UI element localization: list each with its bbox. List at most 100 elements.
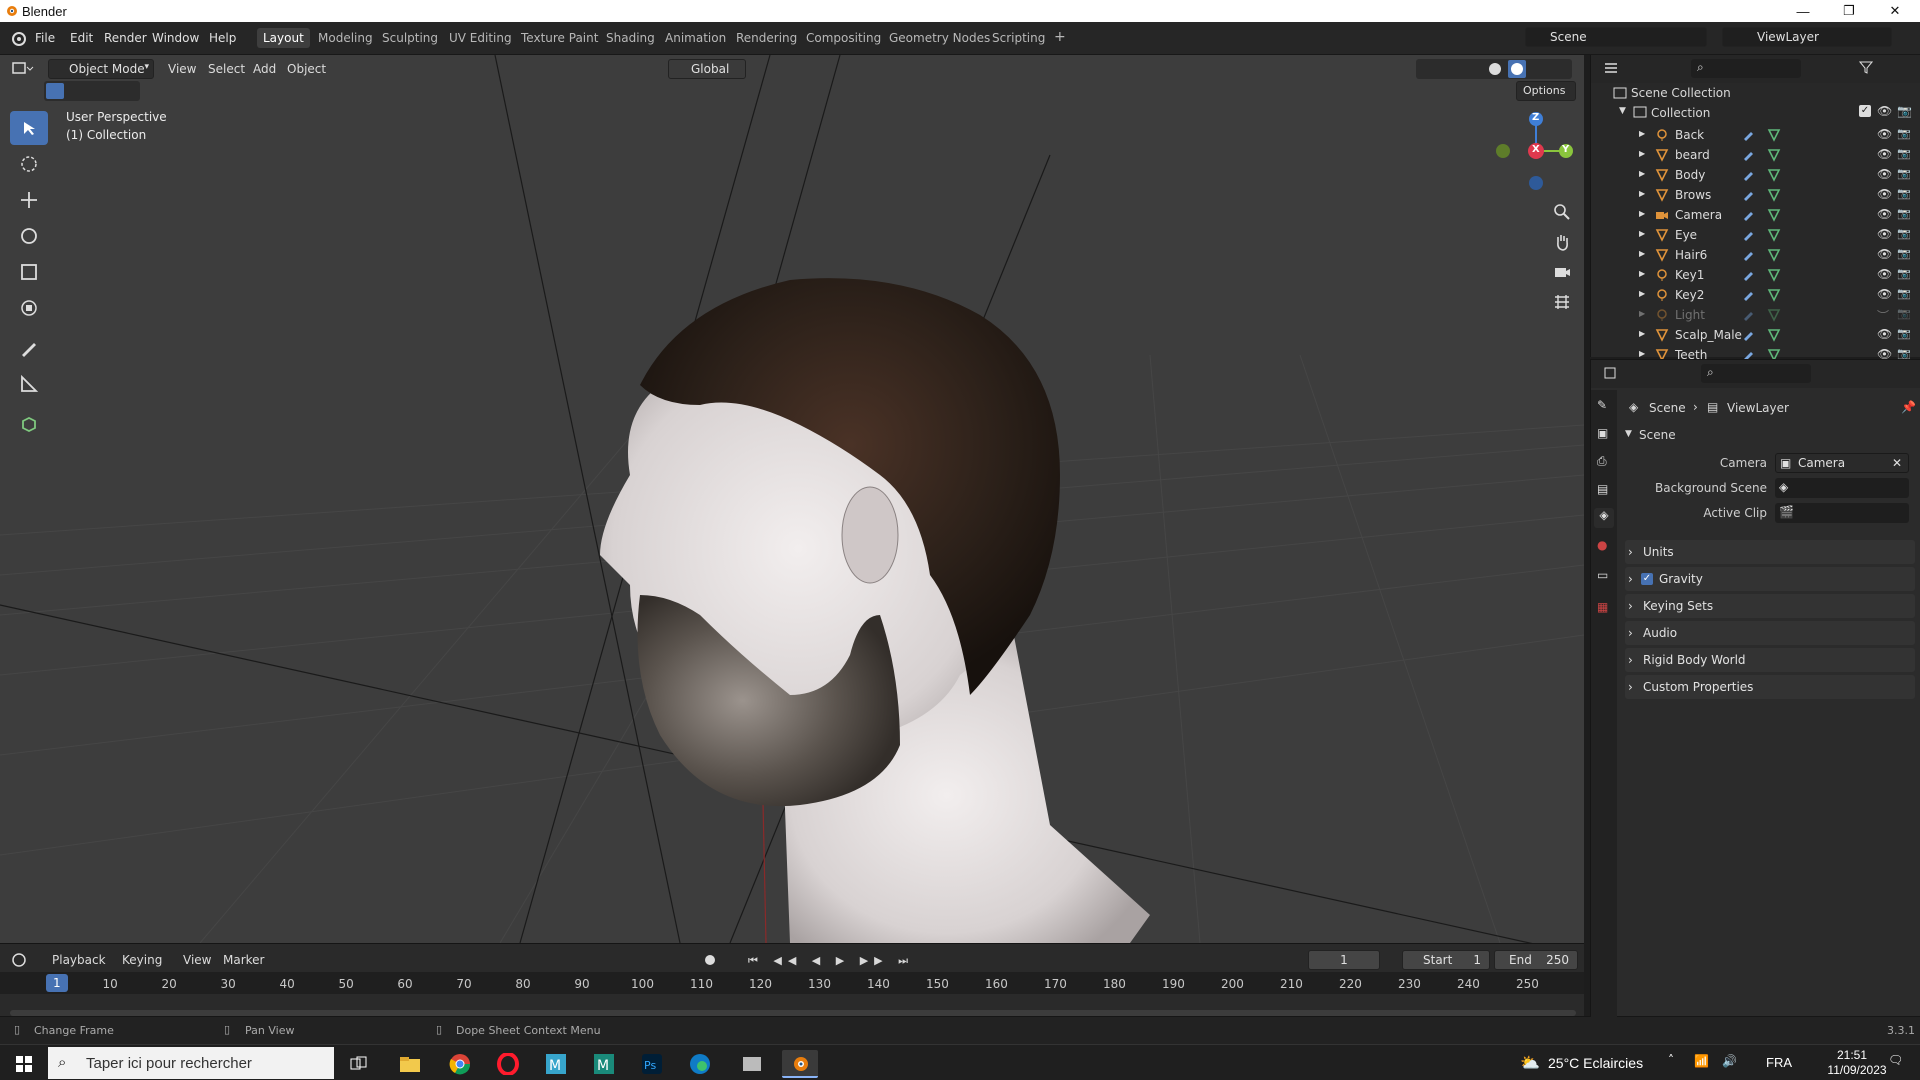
chevron-down-icon[interactable]: ▼: [1619, 106, 1626, 116]
notifications-icon[interactable]: 🗨: [1888, 1053, 1903, 1067]
pan-hand-icon[interactable]: [1553, 233, 1571, 251]
volume-icon[interactable]: 🔊: [1722, 1054, 1737, 1068]
chevron-right-icon[interactable]: ▶: [1639, 169, 1645, 178]
tab-modeling[interactable]: Modeling: [312, 28, 379, 48]
background-scene-field[interactable]: ◈: [1775, 478, 1909, 498]
menu-select[interactable]: Select: [208, 62, 245, 76]
eye-icon[interactable]: 👁: [1877, 187, 1892, 201]
viewlayer-tab-icon[interactable]: ▤: [1597, 482, 1608, 496]
zoom-icon[interactable]: [1553, 203, 1571, 221]
camera-render-icon[interactable]: 📷: [1897, 267, 1911, 280]
move-tool[interactable]: [10, 183, 48, 217]
network-icon[interactable]: 📶: [1694, 1054, 1709, 1068]
tab-scripting[interactable]: Scripting: [986, 28, 1051, 48]
outliner-item[interactable]: ▶ beard 👁 📷: [1591, 145, 1920, 165]
solid-shading-icon[interactable]: [1488, 62, 1502, 76]
menu-help[interactable]: Help: [205, 29, 240, 47]
menu-view[interactable]: View: [168, 62, 196, 76]
chevron-right-icon[interactable]: ▶: [1639, 249, 1645, 258]
units-section[interactable]: › Units: [1625, 540, 1915, 564]
outliner-item[interactable]: ▶ Scalp_Male 👁 📷: [1591, 325, 1920, 345]
orientation-dropdown[interactable]: Global: [668, 59, 746, 79]
eye-icon[interactable]: 👁: [1877, 327, 1892, 341]
chevron-right-icon[interactable]: ▶: [1639, 289, 1645, 298]
eye-icon[interactable]: 👁: [1877, 104, 1892, 118]
camera-render-icon[interactable]: 📷: [1897, 227, 1911, 240]
gravity-section[interactable]: › ✓ Gravity: [1625, 567, 1915, 591]
cursor-tool[interactable]: [10, 147, 48, 181]
annotate-tool[interactable]: [10, 331, 48, 365]
chevron-right-icon[interactable]: ▶: [1639, 269, 1645, 278]
tool-tab-icon[interactable]: ✎: [1597, 398, 1607, 412]
menu-window[interactable]: Window: [148, 29, 203, 47]
outliner[interactable]: ⌕ Scene Collection ▼ Collection ✓ 👁 📷 ▶ B…: [1590, 55, 1920, 362]
playback-controls[interactable]: ⏮ ◀◀ ◀ ▶ ▶▶ ⏭: [748, 954, 914, 968]
tab-geometry-nodes[interactable]: Geometry Nodes: [883, 28, 996, 48]
camera-field[interactable]: ▣ Camera ✕: [1775, 453, 1909, 473]
world-tab-icon[interactable]: ●: [1597, 538, 1607, 552]
eye-icon[interactable]: 👁: [1877, 227, 1892, 241]
menu-timeline-view[interactable]: View: [183, 953, 211, 967]
menu-file[interactable]: File: [31, 29, 59, 47]
keying-sets-section[interactable]: › Keying Sets: [1625, 594, 1915, 618]
eye-closed-icon[interactable]: ︶: [1877, 307, 1889, 324]
opera-icon[interactable]: [490, 1050, 526, 1078]
clock-date[interactable]: 11/09/2023: [1822, 1063, 1892, 1077]
menu-edit[interactable]: Edit: [66, 29, 97, 47]
camera-render-icon[interactable]: 📷: [1897, 247, 1911, 260]
eye-icon[interactable]: 👁: [1877, 267, 1892, 281]
current-frame-field[interactable]: 1: [1308, 950, 1380, 970]
file-explorer-icon[interactable]: [392, 1050, 428, 1078]
tab-texture-paint[interactable]: Texture Paint: [515, 28, 604, 48]
scene-panel-header[interactable]: ▼ Scene: [1625, 424, 1915, 448]
outliner-item[interactable]: ▶ Camera 👁 📷: [1591, 205, 1920, 225]
texture-tab-icon[interactable]: ▦: [1597, 600, 1608, 614]
record-icon[interactable]: [703, 953, 717, 967]
menu-marker[interactable]: Marker: [223, 953, 264, 967]
task-view-icon[interactable]: [340, 1050, 376, 1078]
properties-search-input[interactable]: ⌕: [1701, 364, 1811, 383]
menu-keying[interactable]: Keying: [122, 953, 162, 967]
camera-render-icon[interactable]: 📷: [1897, 207, 1911, 220]
chevron-right-icon[interactable]: ▶: [1639, 209, 1645, 218]
properties-editor-icon[interactable]: [1603, 366, 1621, 380]
transform-tool[interactable]: [10, 291, 48, 325]
outliner-item[interactable]: ▶ Body 👁 📷: [1591, 165, 1920, 185]
outliner-editor-icon[interactable]: [1603, 61, 1621, 75]
chevron-right-icon[interactable]: ▶: [1639, 309, 1645, 318]
menu-add[interactable]: Add: [253, 62, 276, 76]
camera-render-icon[interactable]: 📷: [1897, 187, 1911, 200]
camera-render-icon[interactable]: 📷: [1897, 147, 1911, 160]
output-tab-icon[interactable]: ⎙: [1597, 454, 1607, 469]
chevron-right-icon[interactable]: ▶: [1639, 329, 1645, 338]
mudbox-icon[interactable]: M: [586, 1050, 622, 1078]
clock-time[interactable]: 21:51: [1822, 1048, 1882, 1062]
active-clip-field[interactable]: 🎬: [1775, 503, 1909, 523]
chevron-right-icon[interactable]: ▶: [1639, 349, 1645, 358]
filter-icon[interactable]: [1859, 60, 1873, 74]
scene-selector[interactable]: Scene: [1525, 27, 1707, 47]
collection-tab-icon[interactable]: ▭: [1597, 568, 1608, 582]
select-box-tool[interactable]: [10, 111, 48, 145]
eye-icon[interactable]: 👁: [1877, 287, 1892, 301]
blender-taskbar-icon[interactable]: [782, 1050, 818, 1078]
windows-start-icon[interactable]: [6, 1050, 42, 1078]
outliner-item[interactable]: ▶ Key1 👁 📷: [1591, 265, 1920, 285]
menu-playback[interactable]: Playback: [52, 953, 106, 967]
close-button[interactable]: ✕: [1872, 0, 1918, 22]
start-frame-field[interactable]: Start 1: [1402, 950, 1490, 970]
custom-properties-section[interactable]: › Custom Properties: [1625, 675, 1915, 699]
outliner-item[interactable]: ▶ Light ︶ 📷: [1591, 305, 1920, 325]
outliner-item[interactable]: ▶ Hair6 👁 📷: [1591, 245, 1920, 265]
mode-dropdown[interactable]: Object Mode ▾: [48, 59, 154, 79]
menu-object[interactable]: Object: [287, 62, 326, 76]
options-dropdown[interactable]: Options: [1516, 81, 1576, 101]
outliner-item[interactable]: ▶ Brows 👁 📷: [1591, 185, 1920, 205]
camera-render-icon[interactable]: 📷: [1897, 327, 1911, 340]
tab-compositing[interactable]: Compositing: [800, 28, 887, 48]
camera-render-icon[interactable]: 📷: [1897, 127, 1911, 140]
camera-render-icon[interactable]: 📷: [1897, 104, 1912, 118]
outliner-item[interactable]: ▶ Back 👁 📷: [1591, 125, 1920, 145]
add-cube-tool[interactable]: [10, 407, 48, 441]
chevron-right-icon[interactable]: ▶: [1639, 149, 1645, 158]
